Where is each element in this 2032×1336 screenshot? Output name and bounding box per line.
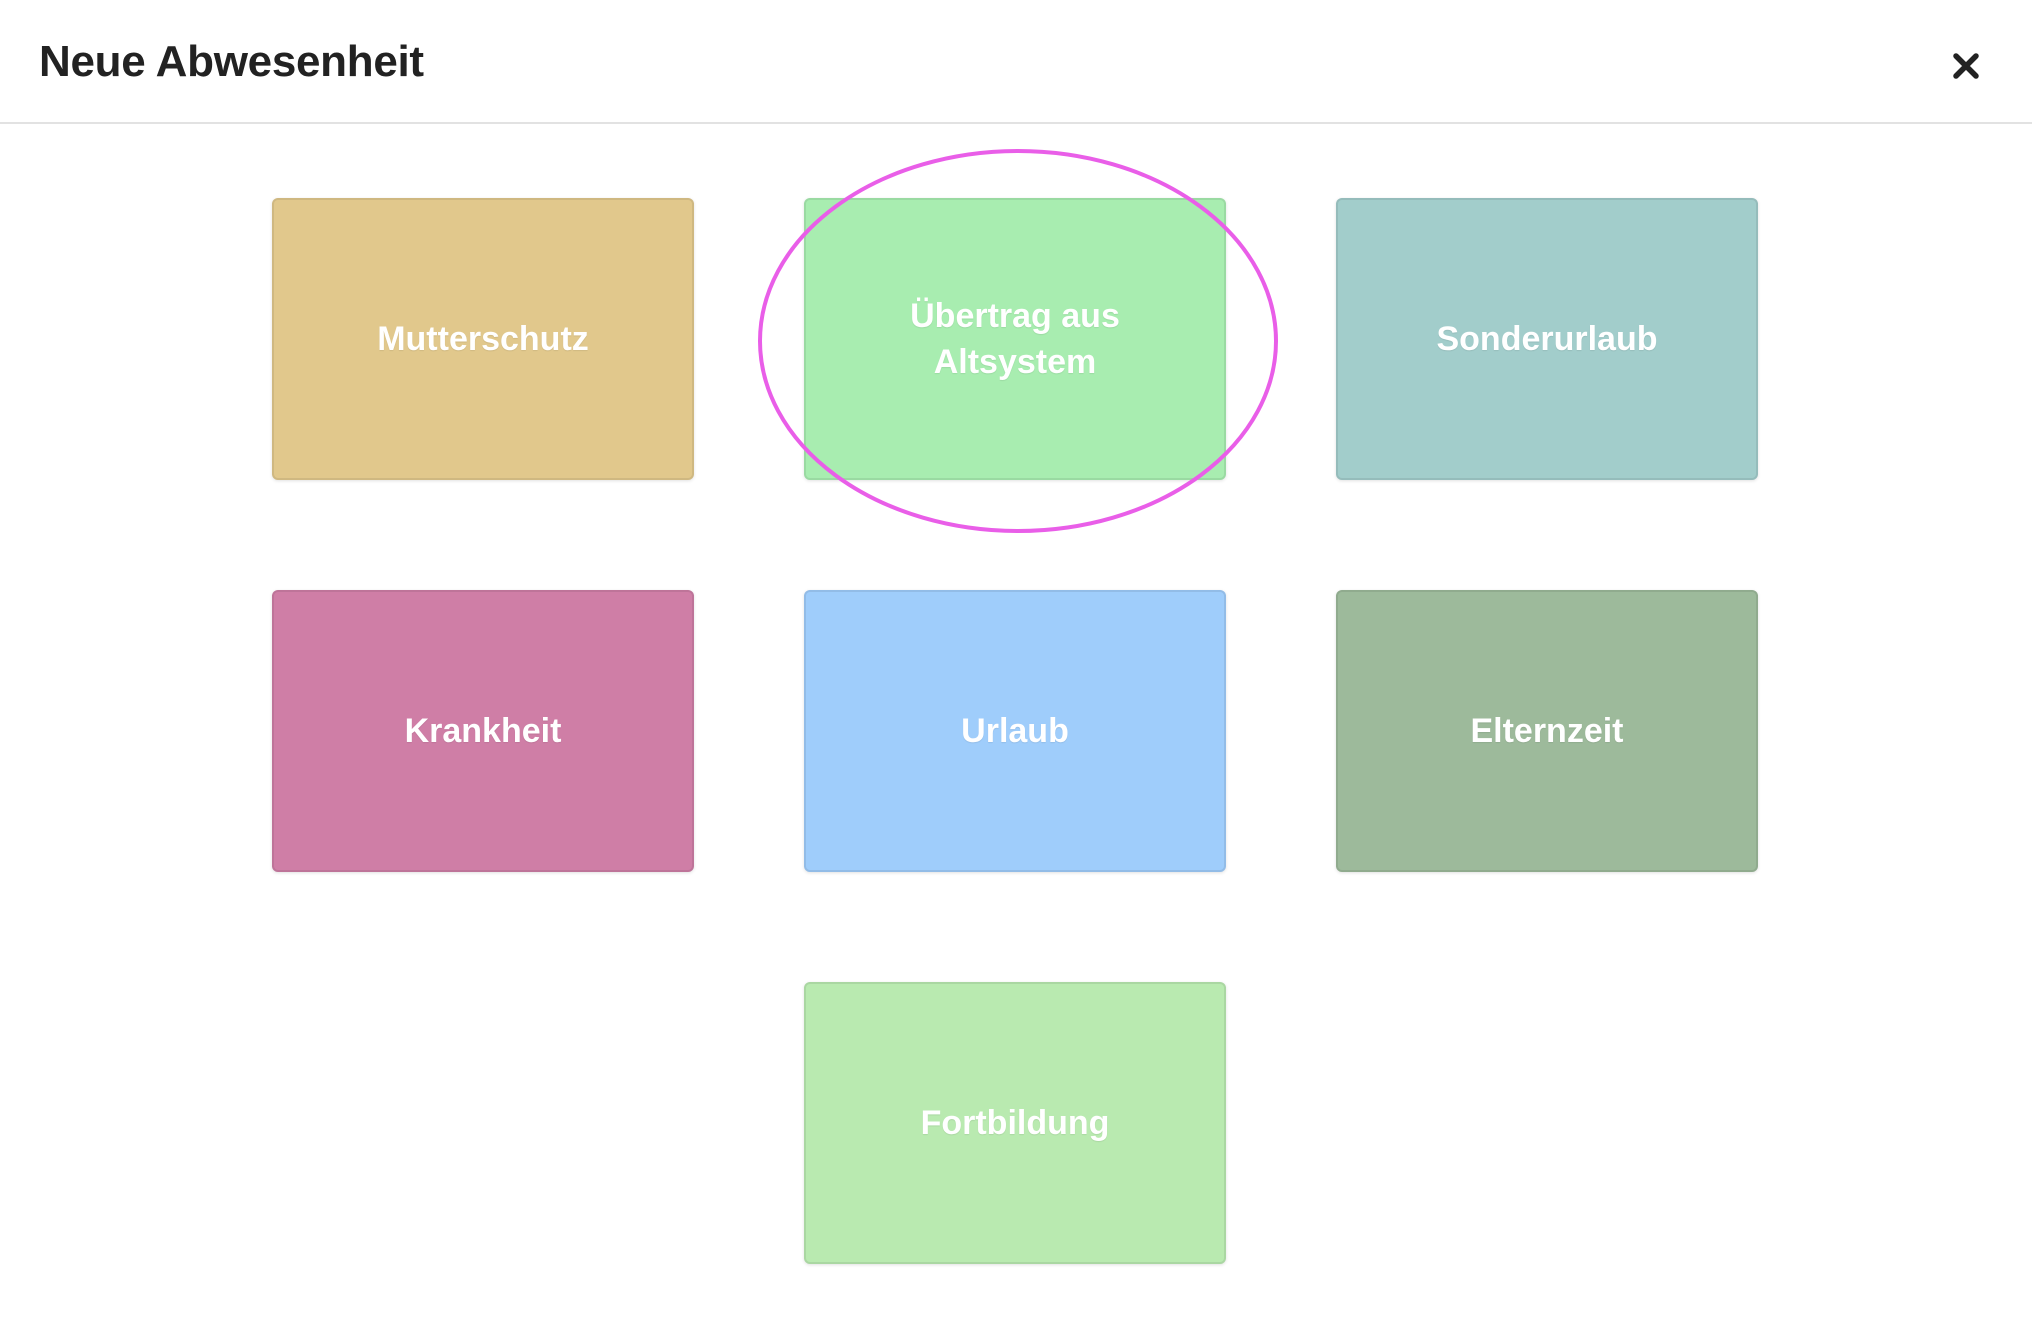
absence-type-label: Urlaub: [961, 712, 1069, 750]
absence-type-grid: Mutterschutz Übertrag aus Altsystem Sond…: [0, 0, 2032, 1336]
absence-type-krankheit[interactable]: Krankheit: [272, 590, 694, 872]
absence-type-label: Übertrag aus Altsystem: [910, 297, 1120, 381]
absence-type-sonderurlaub[interactable]: Sonderurlaub: [1336, 198, 1758, 480]
absence-type-label: Fortbildung: [920, 1104, 1110, 1142]
absence-type-elternzeit[interactable]: Elternzeit: [1336, 590, 1758, 872]
absence-type-label: Sonderurlaub: [1436, 320, 1658, 358]
absence-type-mutterschutz[interactable]: Mutterschutz: [272, 198, 694, 480]
new-absence-dialog: Neue Abwesenheit Mutterschutz Übertrag a…: [0, 0, 2032, 1336]
absence-type-urlaub[interactable]: Urlaub: [804, 590, 1226, 872]
absence-type-uebertrag-aus-altsystem[interactable]: Übertrag aus Altsystem: [804, 198, 1226, 480]
absence-type-label: Krankheit: [404, 712, 562, 750]
absence-type-label: Mutterschutz: [377, 320, 589, 358]
absence-type-label: Elternzeit: [1470, 712, 1624, 750]
absence-type-fortbildung[interactable]: Fortbildung: [804, 982, 1226, 1264]
